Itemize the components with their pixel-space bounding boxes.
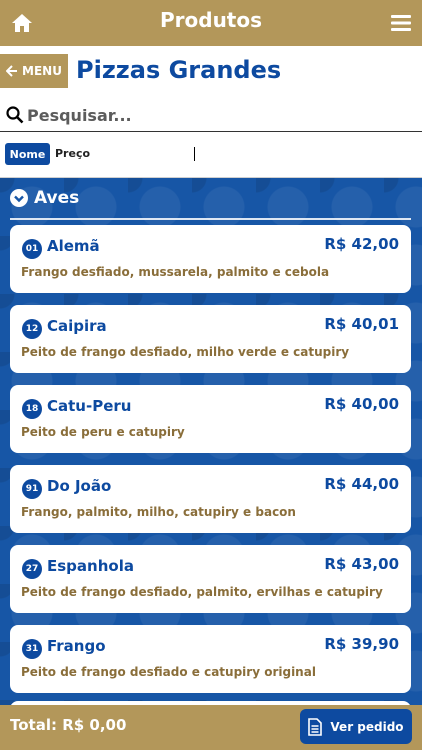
page-title: Pizzas Grandes xyxy=(76,56,282,84)
view-order-label: Ver pedido xyxy=(330,719,404,734)
product-description: Frango, palmito, milho, catupiry e bacon xyxy=(21,505,296,519)
product-name: Do João xyxy=(47,477,112,495)
product-item[interactable]: 18 Catu-Peru R$ 40,00 Peito de peru e ca… xyxy=(10,385,411,453)
product-code: 12 xyxy=(22,319,42,339)
product-item[interactable]: 31 Frango R$ 39,90 Peito de frango desfi… xyxy=(10,625,411,693)
search-bar[interactable]: Pesquisar... xyxy=(0,98,422,132)
product-item[interactable]: 12 Caipira R$ 40,01 Peito de frango desf… xyxy=(10,305,411,373)
product-price: R$ 43,00 xyxy=(324,555,399,573)
product-price: R$ 42,00 xyxy=(324,235,399,253)
sort-bar: Nome Preço xyxy=(0,132,422,178)
product-code: 31 xyxy=(22,639,42,659)
product-price: R$ 40,01 xyxy=(324,315,399,333)
bottom-bar: Total: R$ 0,00 Ver pedido xyxy=(0,705,422,750)
search-input[interactable]: Pesquisar... xyxy=(27,106,132,125)
product-name: Catu-Peru xyxy=(47,397,132,415)
product-price: R$ 39,90 xyxy=(324,635,399,653)
category-header[interactable]: Aves xyxy=(10,188,79,208)
product-description: Frango desfiado, mussarela, palmito e ce… xyxy=(21,265,330,279)
sort-by-name-button[interactable]: Nome xyxy=(5,143,50,165)
product-code: 27 xyxy=(22,559,42,579)
sort-by-price-button[interactable]: Preço xyxy=(55,147,90,160)
product-item[interactable]: 91 Do João R$ 44,00 Frango, palmito, mil… xyxy=(10,465,411,533)
menu-button-label: MENU xyxy=(22,64,62,78)
product-price: R$ 40,00 xyxy=(324,395,399,413)
product-description: Peito de frango desfiado, milho verde e … xyxy=(21,345,350,359)
screen-title: Produtos xyxy=(159,8,263,32)
product-list[interactable]: Aves 01 Alemã R$ 42,00 Frango desfiado, … xyxy=(0,178,422,705)
product-item[interactable]: 27 Espanhola R$ 43,00 Peito de frango de… xyxy=(10,545,411,613)
product-name: Frango xyxy=(47,637,106,655)
product-description: Peito de frango desfiado e catupiry orig… xyxy=(21,665,316,679)
order-total: Total: R$ 0,00 xyxy=(10,716,127,734)
document-icon xyxy=(308,717,323,736)
arrow-left-icon xyxy=(6,65,18,77)
product-code: 18 xyxy=(22,399,42,419)
product-code: 91 xyxy=(22,479,42,499)
product-name: Espanhola xyxy=(47,557,134,575)
text-cursor xyxy=(194,147,195,161)
category-divider xyxy=(10,218,411,220)
category-name: Aves xyxy=(34,188,80,208)
product-price: R$ 44,00 xyxy=(324,475,399,493)
product-description: Peito de peru e catupiry xyxy=(21,425,185,439)
product-name: Caipira xyxy=(47,317,107,335)
product-code: 01 xyxy=(22,239,42,259)
search-icon xyxy=(6,106,24,124)
product-item[interactable]: 01 Alemã R$ 42,00 Frango desfiado, mussa… xyxy=(10,225,411,293)
hamburger-menu-icon[interactable] xyxy=(390,12,412,34)
menu-back-button[interactable]: MENU xyxy=(0,54,68,88)
view-order-button[interactable]: Ver pedido xyxy=(300,709,412,744)
product-description: Peito de frango desfiado, palmito, ervil… xyxy=(21,585,383,599)
chevron-down-circle-icon xyxy=(10,189,28,207)
product-name: Alemã xyxy=(47,237,100,255)
top-bar: Produtos xyxy=(0,0,422,46)
page-header: MENU Pizzas Grandes xyxy=(0,46,422,98)
